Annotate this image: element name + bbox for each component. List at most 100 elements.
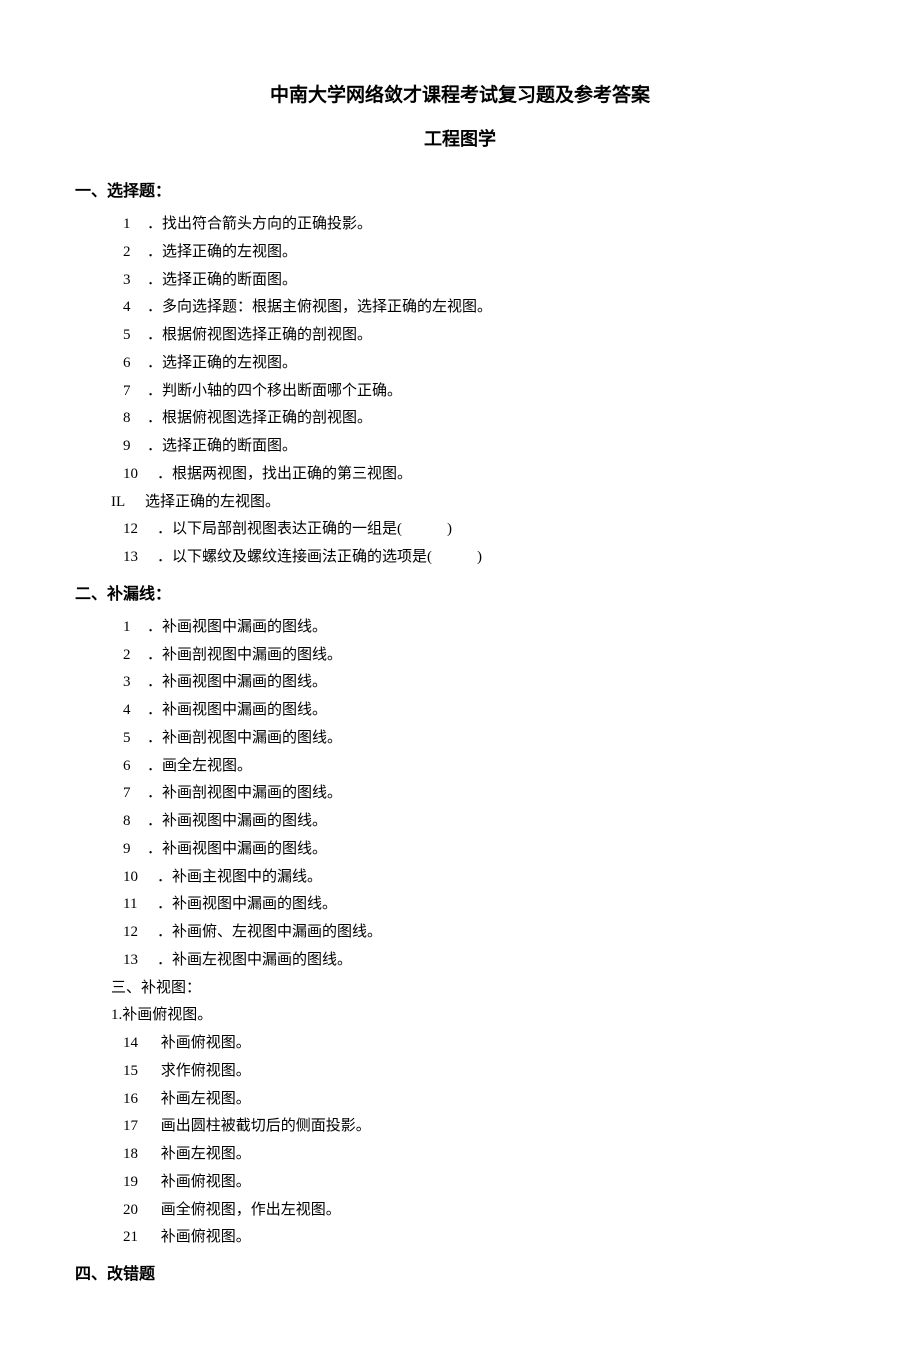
item-number: 5 [123, 725, 147, 753]
list-item: 7．判断小轴的四个移出断面哪个正确。 [123, 378, 845, 406]
list-item: 9．选择正确的断面图。 [123, 433, 845, 461]
list-item: 6．选择正确的左视图。 [123, 350, 845, 378]
item-text: 画出圆柱被截切后的侧面投影。 [157, 1118, 371, 1134]
list-item: 13．补画左视图中漏画的图线。 [123, 947, 845, 975]
list-item: 10．根据两视图，找出正确的第三视图。 [123, 461, 845, 489]
list-item: 2．选择正确的左视图。 [123, 239, 845, 267]
item-text: 补画左视图。 [157, 1091, 251, 1107]
item-number: 2 [123, 642, 147, 670]
item-number: 2 [123, 239, 147, 267]
doc-title: 中南大学网络敛才课程考试复习题及参考答案 [75, 80, 845, 107]
item-number: 4 [123, 294, 147, 322]
item-number: 6 [123, 350, 147, 378]
item-text: ．补画左视图中漏画的图线。 [157, 952, 352, 968]
item-text: ．补画视图中漏画的图线。 [147, 813, 327, 829]
list-item: 17 画出圆柱被截切后的侧面投影。 [123, 1113, 845, 1141]
list-item: IL选择正确的左视图。 [111, 489, 845, 517]
list-item: 13．以下螺纹及螺纹连接画法正确的选项是( ) [123, 544, 845, 572]
item-number: 15 [123, 1058, 157, 1086]
list-item: 15 求作俯视图。 [123, 1058, 845, 1086]
list-item: 2．补画剖视图中漏画的图线。 [123, 642, 845, 670]
item-text: ．选择正确的左视图。 [147, 244, 297, 260]
item-text: ．补画视图中漏画的图线。 [147, 702, 327, 718]
item-number: 8 [123, 808, 147, 836]
item-text: ．以下螺纹及螺纹连接画法正确的选项是( ) [157, 549, 482, 565]
list-item: 3．补画视图中漏画的图线。 [123, 669, 845, 697]
content-area: 一、选择题：1．找出符合箭头方向的正确投影。2．选择正确的左视图。3．选择正确的… [75, 177, 845, 1284]
item-text: 补画俯视图。 [157, 1174, 251, 1190]
item-number: 13 [123, 544, 157, 572]
item-number: 7 [123, 780, 147, 808]
list-item: 12．以下局部剖视图表达正确的一组是( ) [123, 516, 845, 544]
item-number: 18 [123, 1141, 157, 1169]
item-number: 13 [123, 947, 157, 975]
list-item: 1．找出符合箭头方向的正确投影。 [123, 211, 845, 239]
item-number: 20 [123, 1197, 157, 1225]
item-text: 画全俯视图，作出左视图。 [157, 1202, 341, 1218]
item-number: 9 [123, 433, 147, 461]
item-text: ．补画剖视图中漏画的图线。 [147, 730, 342, 746]
list-item: 6．画全左视图。 [123, 753, 845, 781]
list-item: 4．多向选择题：根据主俯视图，选择正确的左视图。 [123, 294, 845, 322]
item-number: 1 [123, 211, 147, 239]
doc-subtitle: 工程图学 [75, 125, 845, 151]
item-number: 4 [123, 697, 147, 725]
item-number: 17 [123, 1113, 157, 1141]
item-text: ．根据两视图，找出正确的第三视图。 [157, 466, 412, 482]
item-text: ．补画剖视图中漏画的图线。 [147, 647, 342, 663]
item-number: 12 [123, 919, 157, 947]
item-text: 求作俯视图。 [157, 1063, 251, 1079]
list-item: 7．补画剖视图中漏画的图线。 [123, 780, 845, 808]
item-text: 补画左视图。 [157, 1146, 251, 1162]
item-text: ．补画主视图中的漏线。 [157, 869, 322, 885]
item-number: 3 [123, 267, 147, 295]
item-number: 5 [123, 322, 147, 350]
list-item: 8．根据俯视图选择正确的剖视图。 [123, 405, 845, 433]
item-number: 21 [123, 1224, 157, 1252]
item-number: 8 [123, 405, 147, 433]
section-header: 二、补漏线： [75, 580, 845, 604]
item-number: 10 [123, 461, 157, 489]
list-item: 8．补画视图中漏画的图线。 [123, 808, 845, 836]
item-text: ．补画剖视图中漏画的图线。 [147, 785, 342, 801]
item-text: ．选择正确的左视图。 [147, 355, 297, 371]
item-number: 14 [123, 1030, 157, 1058]
list-item: 3．选择正确的断面图。 [123, 267, 845, 295]
list-item: 4．补画视图中漏画的图线。 [123, 697, 845, 725]
list-item: 16 补画左视图。 [123, 1086, 845, 1114]
item-text: ．补画视图中漏画的图线。 [157, 896, 337, 912]
item-text: ．画全左视图。 [147, 758, 252, 774]
item-text: ．以下局部剖视图表达正确的一组是( ) [157, 521, 452, 537]
item-text: ．判断小轴的四个移出断面哪个正确。 [147, 383, 402, 399]
item-text: ．找出符合箭头方向的正确投影。 [147, 216, 372, 232]
list-item: 10．补画主视图中的漏线。 [123, 864, 845, 892]
item-text: ．补画视图中漏画的图线。 [147, 619, 327, 635]
item-text: 选择正确的左视图。 [145, 494, 280, 510]
list-item: 5．补画剖视图中漏画的图线。 [123, 725, 845, 753]
item-number: 10 [123, 864, 157, 892]
item-number: 3 [123, 669, 147, 697]
item-text: 三、补视图： [111, 980, 201, 996]
list-item: 19 补画俯视图。 [123, 1169, 845, 1197]
item-text: ．选择正确的断面图。 [147, 438, 297, 454]
item-number: 12 [123, 516, 157, 544]
list-item: 5．根据俯视图选择正确的剖视图。 [123, 322, 845, 350]
item-number: 16 [123, 1086, 157, 1114]
list-item: 14 补画俯视图。 [123, 1030, 845, 1058]
item-number: IL [111, 489, 145, 517]
item-text: 1.补画俯视图。 [111, 1007, 212, 1023]
list-item: 18 补画左视图。 [123, 1141, 845, 1169]
item-text: ．补画俯、左视图中漏画的图线。 [157, 924, 382, 940]
item-text: 补画俯视图。 [157, 1229, 251, 1245]
section-header: 四、改错题 [75, 1260, 845, 1284]
item-text: ．根据俯视图选择正确的剖视图。 [147, 410, 372, 426]
item-text: ．多向选择题：根据主俯视图，选择正确的左视图。 [147, 299, 492, 315]
page-container: 中南大学网络敛才课程考试复习题及参考答案 工程图学 一、选择题：1．找出符合箭头… [0, 0, 920, 1354]
item-text: ．根据俯视图选择正确的剖视图。 [147, 327, 372, 343]
item-text: 补画俯视图。 [157, 1035, 251, 1051]
list-item: 11．补画视图中漏画的图线。 [123, 891, 845, 919]
item-number: 11 [123, 891, 157, 919]
item-number: 6 [123, 753, 147, 781]
list-item: 1．补画视图中漏画的图线。 [123, 614, 845, 642]
item-number: 9 [123, 836, 147, 864]
